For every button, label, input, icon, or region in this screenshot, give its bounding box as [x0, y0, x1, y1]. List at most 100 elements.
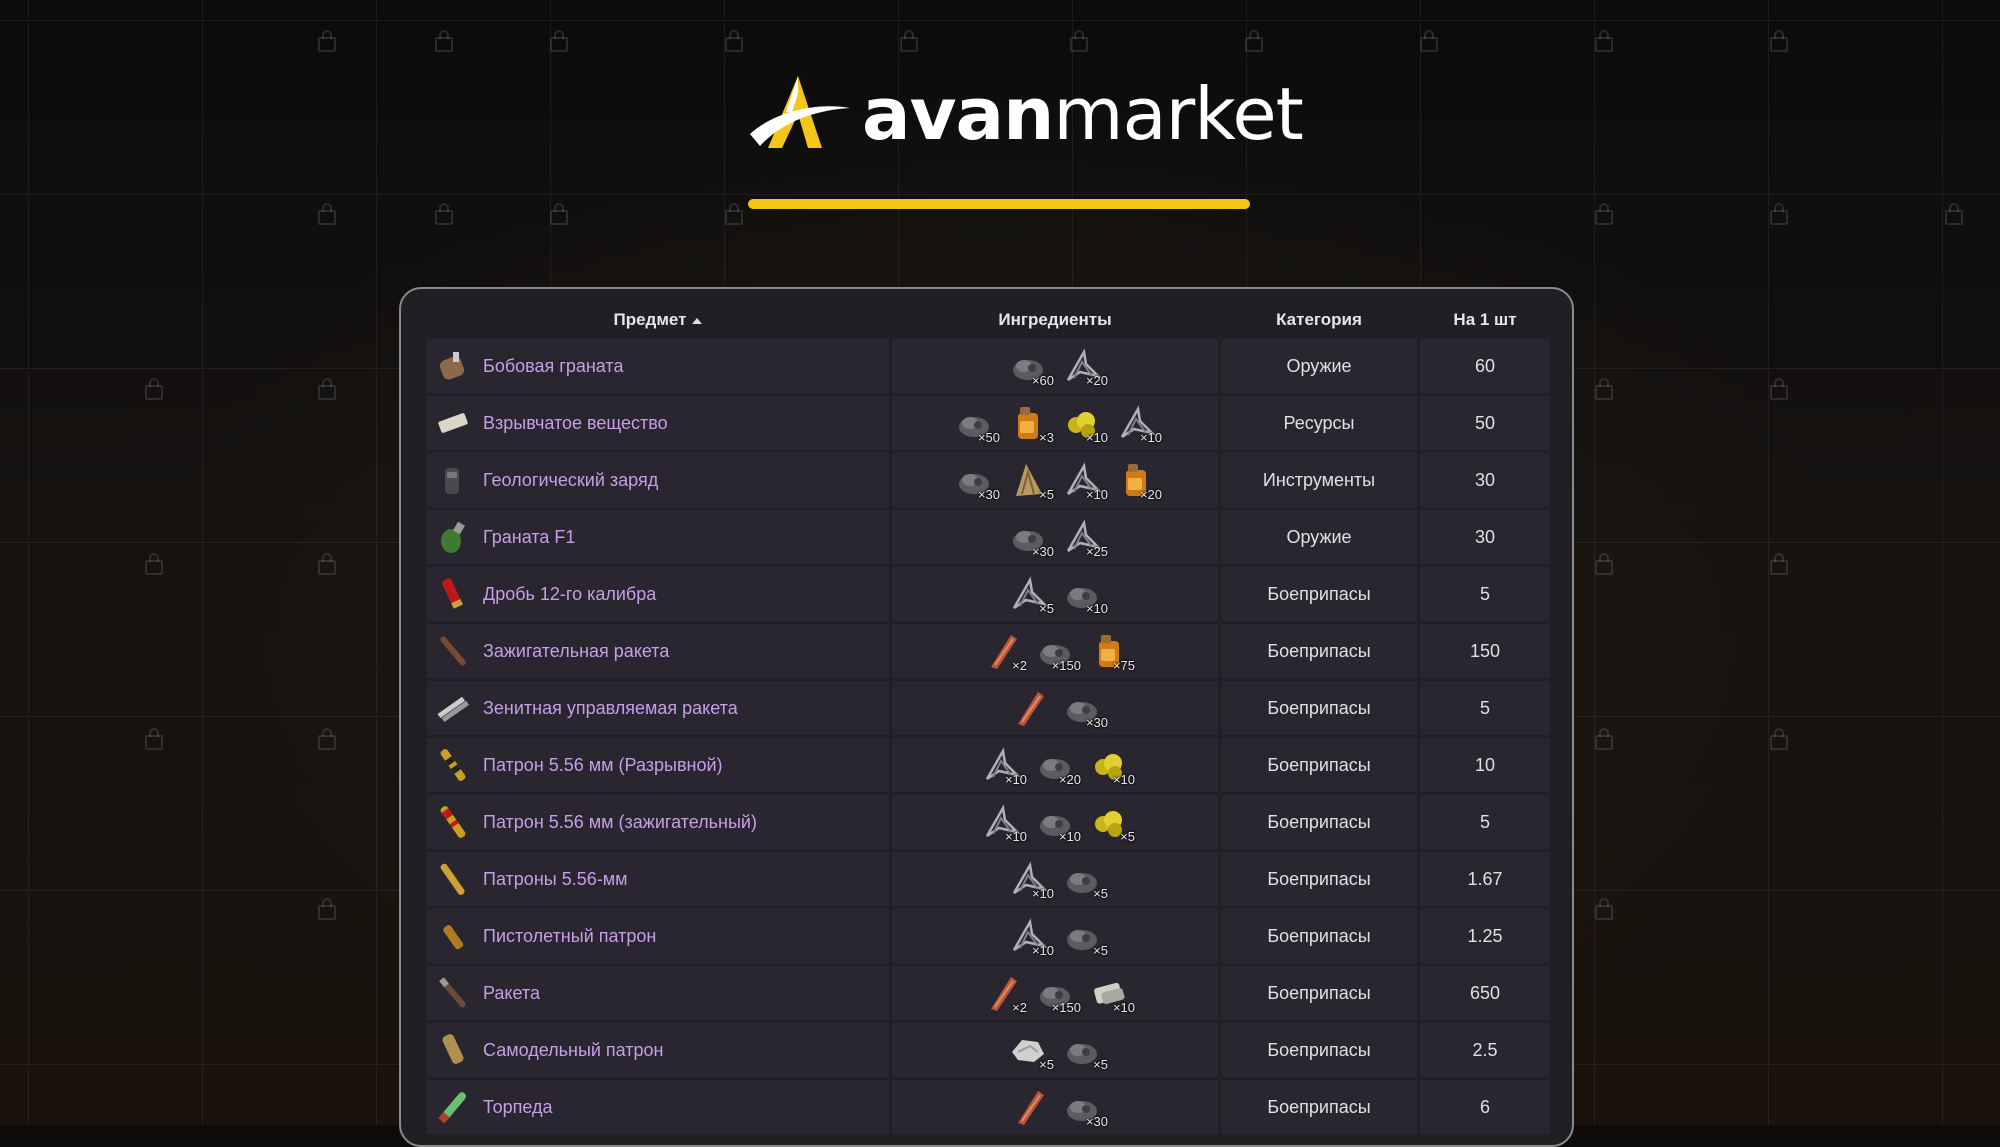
cell-item: Пистолетный патрон: [427, 909, 889, 963]
table-row[interactable]: Ракета ×2 ×150 ×10 Боеприпасы 650: [427, 966, 1550, 1020]
lock-icon: [1595, 203, 1613, 225]
f1-grenade-icon: [433, 517, 473, 557]
item-name-link[interactable]: Геологический заряд: [483, 470, 658, 491]
ingredient: ×20: [1033, 743, 1081, 787]
brand-name: avanmarket: [862, 72, 1304, 156]
table-row[interactable]: Самодельный патрон ×5 ×5 Боеприпасы 2.5: [427, 1023, 1550, 1077]
ingredient-qty: ×10: [1139, 430, 1162, 445]
item-name-link[interactable]: Самодельный патрон: [483, 1040, 664, 1061]
cell-ingredients: ×30 ×5 ×10 ×20: [892, 453, 1218, 507]
lock-icon: [725, 203, 743, 225]
sort-asc-icon[interactable]: [692, 317, 703, 324]
cell-item: Зажигательная ракета: [427, 624, 889, 678]
item-name-link[interactable]: Торпеда: [483, 1097, 553, 1118]
ingredient: ×20: [1060, 344, 1108, 388]
geological-charge-icon: [433, 460, 473, 500]
lock-icon: [1945, 203, 1963, 225]
cell-per-unit: 5: [1420, 567, 1550, 621]
lock-icon: [435, 30, 453, 52]
ingredient-qty: ×20: [1139, 487, 1162, 502]
cell-category: Инструменты: [1221, 453, 1417, 507]
ingredient: ×5: [1060, 857, 1108, 901]
cell-per-unit: 650: [1420, 966, 1550, 1020]
ingredient-qty: ×5: [1039, 601, 1054, 616]
ingredient-qty: ×10: [1085, 487, 1108, 502]
table-row[interactable]: Дробь 12-го калибра ×5 ×10 Боеприпасы 5: [427, 567, 1550, 621]
cell-category: Боеприпасы: [1221, 624, 1417, 678]
rocket-icon: [433, 973, 473, 1013]
lock-icon: [318, 728, 336, 750]
cell-item: Патрон 5.56 мм (зажигательный): [427, 795, 889, 849]
ingredient: ×75: [1087, 629, 1135, 673]
ingredient: ×5: [1060, 914, 1108, 958]
table-row[interactable]: Патроны 5.56-мм ×10 ×5 Боеприпасы 1.67: [427, 852, 1550, 906]
table-row[interactable]: Бобовая граната ×60 ×20 Оружие 60: [427, 339, 1550, 393]
lock-icon: [1770, 553, 1788, 575]
item-name-link[interactable]: Зажигательная ракета: [483, 641, 669, 662]
item-name-link[interactable]: Дробь 12-го калибра: [483, 584, 656, 605]
ingredient: ×5: [1006, 458, 1054, 502]
ingredient-qty: ×60: [1031, 373, 1054, 388]
lock-icon: [145, 553, 163, 575]
ingredient-qty: ×5: [1039, 487, 1054, 502]
ingredient-qty: ×20: [1058, 772, 1081, 787]
item-name-link[interactable]: Взрывчатое вещество: [483, 413, 668, 434]
lock-icon: [1595, 728, 1613, 750]
table-row[interactable]: Взрывчатое вещество ×50 ×3 ×10 ×10 Ресурсы 50: [427, 396, 1550, 450]
ingredient-qty: ×150: [1051, 658, 1081, 673]
cell-per-unit: 50: [1420, 396, 1550, 450]
ingredient: ×25: [1060, 515, 1108, 559]
cell-ingredients: ×60 ×20: [892, 339, 1218, 393]
ingredient: ×5: [1060, 1028, 1108, 1072]
cell-ingredients: ×5 ×5: [892, 1023, 1218, 1077]
cell-category: Боеприпасы: [1221, 1080, 1417, 1134]
lock-icon: [1770, 378, 1788, 400]
cell-category: Оружие: [1221, 510, 1417, 564]
table-row[interactable]: Геологический заряд ×30 ×5 ×10 ×20 Инструмент…: [427, 453, 1550, 507]
incendiary-rocket-icon: [433, 631, 473, 671]
ingredient: ×10: [979, 800, 1027, 844]
item-name-link[interactable]: Патрон 5.56 мм (зажигательный): [483, 812, 757, 833]
ingredient-qty: ×75: [1112, 658, 1135, 673]
table-row[interactable]: Пистолетный патрон ×10 ×5 Боеприпасы 1.25: [427, 909, 1550, 963]
cell-category: Боеприпасы: [1221, 1023, 1417, 1077]
item-name-link[interactable]: Пистолетный патрон: [483, 926, 656, 947]
ingredient: ×2: [979, 971, 1027, 1015]
ingredient: ×10: [1006, 857, 1054, 901]
lock-icon: [1595, 30, 1613, 52]
lock-icon: [435, 203, 453, 225]
ingredient: ×10: [1060, 401, 1108, 445]
lock-icon: [1770, 30, 1788, 52]
lock-icon: [318, 378, 336, 400]
item-name-link[interactable]: Патроны 5.56-мм: [483, 869, 627, 890]
table-row[interactable]: Патрон 5.56 мм (Разрывной) ×10 ×20 ×10 Боепр…: [427, 738, 1550, 792]
item-name-link[interactable]: Зенитная управляемая ракета: [483, 698, 738, 719]
table-row[interactable]: Патрон 5.56 мм (зажигательный) ×10 ×10 ×5 Бо…: [427, 795, 1550, 849]
explosive-ammo-icon: [433, 745, 473, 785]
ingredient-qty: ×25: [1085, 544, 1108, 559]
item-name-link[interactable]: Патрон 5.56 мм (Разрывной): [483, 755, 723, 776]
cell-category: Боеприпасы: [1221, 738, 1417, 792]
cell-ingredients: ×10 ×5: [892, 852, 1218, 906]
cell-category: Ресурсы: [1221, 396, 1417, 450]
cell-item: Бобовая граната: [427, 339, 889, 393]
lock-icon: [145, 378, 163, 400]
table-row[interactable]: Торпеда ×30 Боеприпасы 6: [427, 1080, 1550, 1134]
cell-per-unit: 30: [1420, 453, 1550, 507]
column-header-item[interactable]: Предмет: [427, 304, 889, 336]
ingredient-qty: ×30: [1085, 715, 1108, 730]
table-row[interactable]: Зенитная управляемая ракета ×30 Боеприпасы…: [427, 681, 1550, 735]
item-name-link[interactable]: Граната F1: [483, 527, 575, 548]
cell-ingredients: ×10 ×20 ×10: [892, 738, 1218, 792]
cell-ingredients: ×10 ×10 ×5: [892, 795, 1218, 849]
brand-name-bold: avan: [862, 72, 1054, 156]
item-name-link[interactable]: Ракета: [483, 983, 540, 1004]
lock-icon: [725, 30, 743, 52]
cell-item: Взрывчатое вещество: [427, 396, 889, 450]
ingredient: ×10: [979, 743, 1027, 787]
cell-ingredients: ×30: [892, 681, 1218, 735]
table-row[interactable]: Граната F1 ×30 ×25 Оружие 30: [427, 510, 1550, 564]
item-name-link[interactable]: Бобовая граната: [483, 356, 623, 377]
cell-per-unit: 1.67: [1420, 852, 1550, 906]
table-row[interactable]: Зажигательная ракета ×2 ×150 ×75 Боеприпасы 1…: [427, 624, 1550, 678]
